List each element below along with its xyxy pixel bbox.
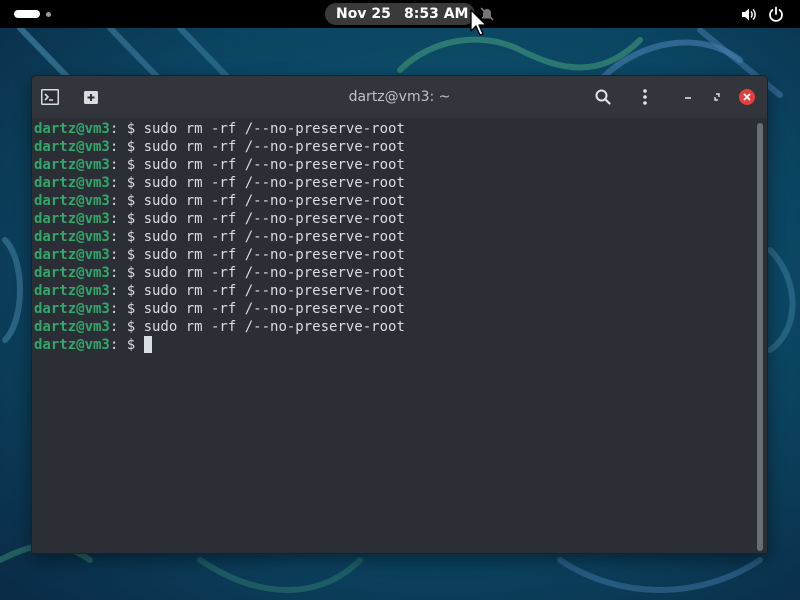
terminal-line: dartz@vm3: $ sudo rm -rf /--no-preserve-… [34,192,405,210]
command-text: sudo rm -rf /--no-preserve-root [143,121,405,137]
window-titlebar[interactable]: dartz@vm3: ~ [32,76,767,118]
terminal-line: dartz@vm3: $ sudo rm -rf /--no-preserve-… [34,246,405,264]
prompt-separator: : $ [109,193,144,209]
terminal-line: dartz@vm3: $ sudo rm -rf /--no-preserve-… [34,228,405,246]
terminal-line: dartz@vm3: $ sudo rm -rf /--no-preserve-… [34,318,405,336]
terminal-line: dartz@vm3: $ sudo rm -rf /--no-preserve-… [34,138,405,156]
prompt-user: dartz@vm3 [34,139,110,155]
command-text: sudo rm -rf /--no-preserve-root [143,265,405,281]
clock-date: Nov 25 [336,6,391,22]
prompt-separator: : $ [109,283,144,299]
prompt-separator: : $ [109,337,144,353]
terminal-line: dartz@vm3: $ sudo rm -rf /--no-preserve-… [34,174,405,192]
volume-icon[interactable] [741,7,757,22]
prompt-separator: : $ [109,157,144,173]
terminal-line: dartz@vm3: $ sudo rm -rf /--no-preserve-… [34,210,405,228]
terminal-line: dartz@vm3: $ sudo rm -rf /--no-preserve-… [34,156,405,174]
prompt-user: dartz@vm3 [34,265,110,281]
scrollbar[interactable] [757,123,763,551]
command-text: sudo rm -rf /--no-preserve-root [143,211,405,227]
terminal-icon[interactable] [38,85,62,109]
prompt-separator: : $ [109,121,144,137]
prompt-user: dartz@vm3 [34,283,110,299]
close-icon[interactable] [735,85,759,109]
prompt-user: dartz@vm3 [34,301,110,317]
prompt-user: dartz@vm3 [34,337,110,353]
prompt-user: dartz@vm3 [34,211,110,227]
prompt-user: dartz@vm3 [34,229,110,245]
terminal-line: dartz@vm3: $ sudo rm -rf /--no-preserve-… [34,300,405,318]
command-text: sudo rm -rf /--no-preserve-root [143,229,405,245]
terminal-prompt-line[interactable]: dartz@vm3: $ [34,336,152,354]
command-text: sudo rm -rf /--no-preserve-root [143,157,405,173]
workspace-indicator-dot [46,12,51,17]
terminal-line: dartz@vm3: $ sudo rm -rf /--no-preserve-… [34,282,405,300]
prompt-separator: : $ [109,301,144,317]
power-icon[interactable] [768,6,784,22]
prompt-separator: : $ [109,211,144,227]
minimize-icon[interactable] [676,85,700,109]
command-text: sudo rm -rf /--no-preserve-root [143,247,405,263]
restore-icon[interactable] [705,85,729,109]
clock-button[interactable]: Nov 25 8:53 AM [325,3,475,25]
new-tab-icon[interactable] [79,85,103,109]
prompt-user: dartz@vm3 [34,193,110,209]
menu-kebab-icon[interactable] [633,85,657,109]
prompt-separator: : $ [109,319,144,335]
prompt-user: dartz@vm3 [34,121,110,137]
mouse-pointer-icon [470,9,487,36]
top-bar: Nov 25 8:53 AM [0,0,800,28]
prompt-separator: : $ [109,229,144,245]
prompt-user: dartz@vm3 [34,157,110,173]
terminal-output[interactable]: dartz@vm3: $ sudo rm -rf /--no-preserve-… [32,118,767,553]
command-text: sudo rm -rf /--no-preserve-root [143,283,405,299]
search-icon[interactable] [591,85,615,109]
prompt-separator: : $ [109,247,144,263]
command-text: sudo rm -rf /--no-preserve-root [143,175,405,191]
window-title: dartz@vm3: ~ [348,89,451,105]
command-text: sudo rm -rf /--no-preserve-root [143,301,405,317]
command-text: sudo rm -rf /--no-preserve-root [143,193,405,209]
terminal-line: dartz@vm3: $ sudo rm -rf /--no-preserve-… [34,264,405,282]
prompt-user: dartz@vm3 [34,247,110,263]
terminal-line: dartz@vm3: $ sudo rm -rf /--no-preserve-… [34,120,405,138]
prompt-separator: : $ [109,265,144,281]
prompt-user: dartz@vm3 [34,175,110,191]
terminal-window[interactable]: dartz@vm3: ~ dartz@vm3: $ sudo rm -rf /-… [32,76,767,553]
prompt-separator: : $ [109,139,144,155]
command-text: sudo rm -rf /--no-preserve-root [143,139,405,155]
prompt-separator: : $ [109,175,144,191]
prompt-user: dartz@vm3 [34,319,110,335]
workspace-indicator-active [14,10,40,18]
text-cursor [143,336,152,353]
command-text: sudo rm -rf /--no-preserve-root [143,319,405,335]
clock-time: 8:53 AM [404,6,469,22]
